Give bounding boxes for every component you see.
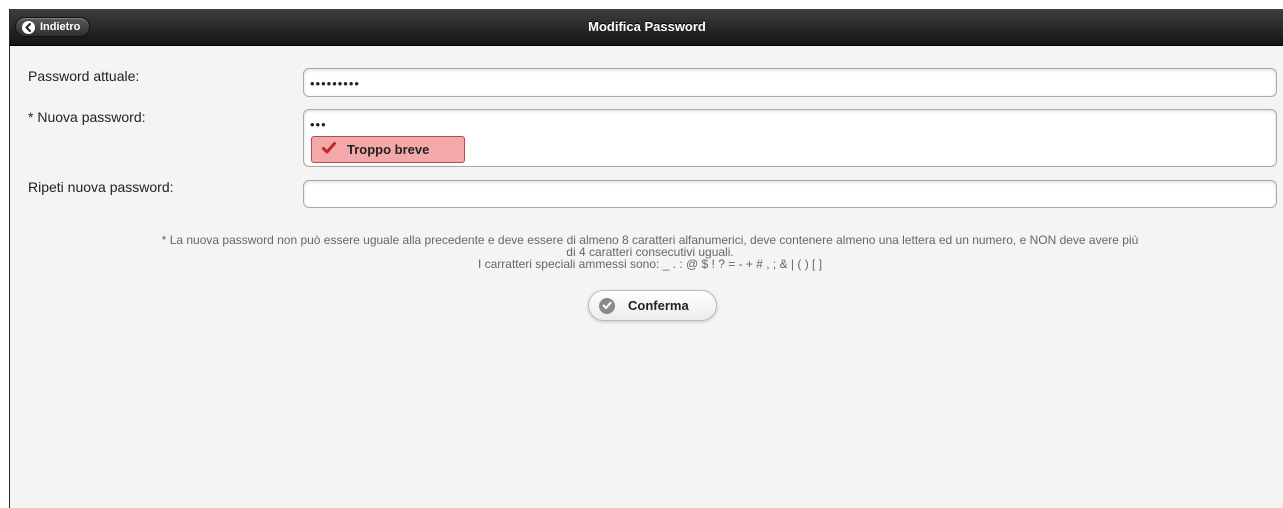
validation-error-badge: Troppo breve: [311, 136, 465, 163]
validation-error-message: Troppo breve: [347, 142, 430, 157]
chevron-left-icon: [22, 20, 35, 34]
current-password-label: Password attuale:: [28, 68, 140, 84]
app-frame: Modifica Password Indietro Password attu…: [9, 9, 1283, 508]
repeat-password-field[interactable]: [303, 180, 1277, 208]
password-rules-note-line-3: I carratteri speciali ammessi sono: _ . …: [477, 257, 823, 271]
confirm-button-label: Conferma: [628, 298, 689, 313]
new-password-label: * Nuova password:: [28, 109, 146, 125]
back-button[interactable]: Indietro: [15, 17, 91, 37]
new-password-field[interactable]: Troppo breve: [303, 109, 1277, 167]
repeat-password-label: Ripeti nuova password:: [28, 179, 174, 195]
confirm-button[interactable]: Conferma: [588, 290, 717, 321]
current-password-field[interactable]: [303, 68, 1277, 97]
red-check-icon: [322, 141, 336, 159]
page-title: Modifica Password: [588, 19, 706, 34]
new-password-input[interactable]: [310, 113, 1270, 135]
current-password-input[interactable]: [310, 72, 1270, 94]
repeat-password-input[interactable]: [310, 184, 1270, 206]
check-circle-icon: [599, 297, 615, 314]
header-bar: Modifica Password Indietro: [10, 9, 1283, 46]
back-button-label: Indietro: [40, 21, 81, 33]
